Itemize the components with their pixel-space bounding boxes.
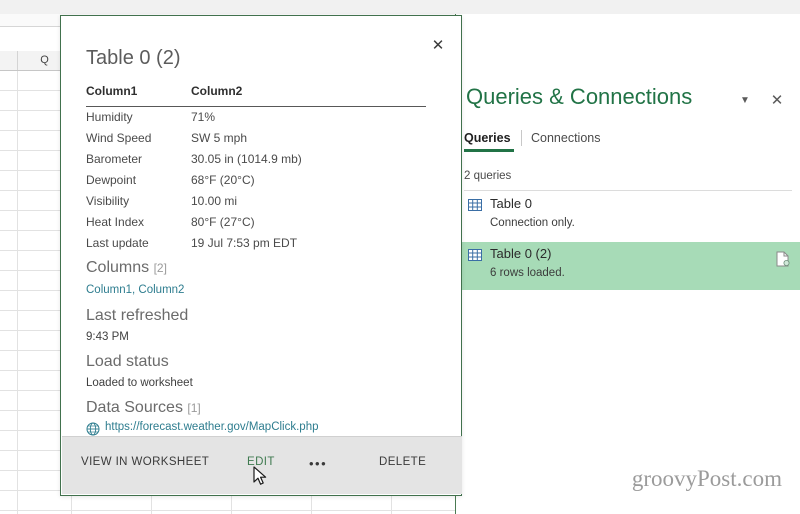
table-cell: Visibility — [86, 194, 130, 208]
load-status-label: Load status — [86, 353, 169, 370]
columns-label: Columns — [86, 259, 150, 276]
data-sources-section-label: Data Sources [1] — [86, 399, 201, 417]
list-item-status: 6 rows loaded. — [490, 267, 565, 279]
tab-queries[interactable]: Queries — [464, 128, 511, 148]
table-row: Dewpoint 68°F (20°C) — [86, 170, 426, 191]
table-icon — [468, 248, 482, 261]
columns-count: [2] — [153, 261, 167, 275]
table-cell: 68°F (20°C) — [191, 173, 255, 187]
queries-pane-header: Queries & Connections ▼ ✕ — [456, 78, 800, 124]
view-in-worksheet-button[interactable]: VIEW IN WORKSHEET — [81, 456, 209, 468]
table-row: Humidity 71% — [86, 107, 426, 128]
preview-column-header: Column1 — [86, 84, 138, 98]
edit-button[interactable]: EDIT — [247, 456, 275, 468]
table-cell: 80°F (27°C) — [191, 215, 255, 229]
list-item[interactable]: Table 0 (2) 6 rows loaded. — [456, 242, 800, 290]
queries-and-connections-pane: Queries & Connections ▼ ✕ Queries Connec… — [455, 14, 800, 514]
watermark: groovyPost.com — [631, 466, 782, 491]
excel-top-strip — [0, 0, 800, 15]
last-refreshed-value: 9:43 PM — [86, 331, 129, 343]
columns-section-label: Columns [2] — [86, 259, 167, 277]
chevron-down-icon[interactable]: ▼ — [734, 90, 756, 112]
table-cell: 10.00 mi — [191, 194, 238, 208]
preview-column-header: Column2 — [191, 84, 243, 98]
tab-separator — [521, 130, 522, 146]
list-item[interactable]: Table 0 Connection only. — [456, 192, 800, 240]
table-cell: Humidity — [86, 110, 133, 124]
close-icon[interactable]: ✕ — [428, 36, 448, 56]
flyout-action-bar: VIEW IN WORKSHEET EDIT ••• DELETE — [62, 436, 462, 494]
close-icon[interactable]: ✕ — [766, 90, 788, 112]
queries-pane-tabs: Queries Connections — [456, 128, 800, 154]
table-cell: SW 5 mph — [191, 131, 248, 145]
more-options-button[interactable]: ••• — [309, 456, 327, 471]
table-row: Wind Speed SW 5 mph — [86, 128, 426, 149]
table-row: Heat Index 80°F (27°C) — [86, 212, 426, 233]
table-icon — [468, 198, 482, 211]
data-sources-count: [1] — [187, 401, 201, 415]
list-item-name: Table 0 (2) — [490, 246, 552, 261]
delete-button[interactable]: DELETE — [379, 456, 426, 468]
queries-pane-title: Queries & Connections — [466, 84, 693, 109]
table-cell: Last update — [86, 236, 149, 250]
list-item-status: Connection only. — [490, 217, 575, 229]
active-tab-indicator — [464, 149, 514, 152]
table-cell: 30.05 in (1014.9 mb) — [191, 152, 302, 166]
table-cell: Dewpoint — [86, 173, 137, 187]
flyout-title: Table 0 (2) — [86, 47, 181, 69]
preview-table: Column1 Column2 Humidity 71% Wind Speed … — [86, 84, 426, 254]
table-cell: 71% — [191, 110, 216, 124]
globe-icon — [86, 422, 100, 436]
queries-list-divider — [464, 190, 792, 191]
table-row: Last update 19 Jul 7:53 pm EDT — [86, 233, 426, 254]
table-row: Barometer 30.05 in (1014.9 mb) — [86, 149, 426, 170]
table-cell: 19 Jul 7:53 pm EDT — [191, 236, 298, 250]
data-source-link[interactable]: https://forecast.weather.gov/MapClick.ph… — [105, 421, 319, 433]
list-item-name: Table 0 — [490, 196, 532, 211]
columns-value[interactable]: Column1, Column2 — [86, 284, 184, 296]
document-refresh-icon[interactable] — [776, 251, 790, 267]
table-row: Visibility 10.00 mi — [86, 191, 426, 212]
table-cell: Wind Speed — [86, 131, 152, 145]
table-cell: Barometer — [86, 152, 143, 166]
screen: ▼ Q Queries & — [0, 0, 800, 514]
data-sources-label: Data Sources — [86, 399, 183, 416]
last-refreshed-label: Last refreshed — [86, 307, 189, 324]
query-preview-flyout: ✕ Table 0 (2) Column1 Column2 Humidity 7… — [60, 15, 462, 496]
table-cell: Heat Index — [86, 215, 145, 229]
tab-connections[interactable]: Connections — [531, 128, 601, 148]
preview-header-row: Column1 Column2 — [86, 84, 426, 107]
queries-count-label: 2 queries — [464, 170, 512, 182]
column-header-corner[interactable] — [0, 51, 18, 70]
load-status-value: Loaded to worksheet — [86, 377, 193, 389]
